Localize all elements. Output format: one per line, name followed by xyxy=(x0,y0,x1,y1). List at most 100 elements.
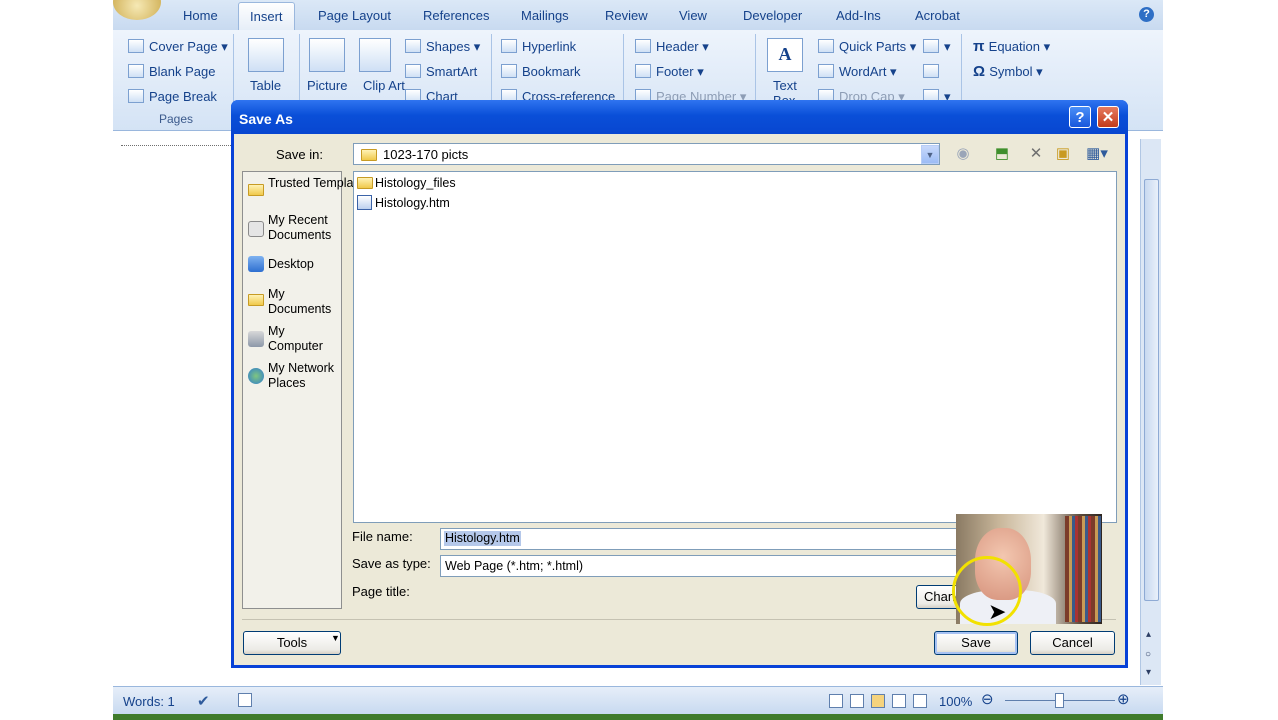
equation-button[interactable]: π Equation ▾ xyxy=(973,38,1050,55)
symbol-button[interactable]: Ω Symbol ▾ xyxy=(973,63,1043,80)
header-button[interactable]: Header ▾ xyxy=(635,39,709,55)
horizontal-ruler xyxy=(113,139,233,162)
clip-art-icon xyxy=(359,38,391,72)
page-break-button[interactable]: Page Break xyxy=(128,89,217,104)
shapes-button[interactable]: Shapes ▾ xyxy=(405,39,480,55)
new-folder-icon[interactable]: ▣ xyxy=(1053,144,1073,164)
proofing-icon[interactable]: ✔ xyxy=(197,692,210,710)
picture-button[interactable]: Picture xyxy=(307,78,347,93)
outline-icon[interactable] xyxy=(892,694,906,708)
text-box-icon: A xyxy=(767,38,803,72)
footer-button[interactable]: Footer ▾ xyxy=(635,64,704,80)
tab-add-ins[interactable]: Add-Ins xyxy=(836,8,881,23)
blank-page-button[interactable]: Blank Page xyxy=(128,64,216,79)
wordart-button[interactable]: WordArt ▾ xyxy=(818,64,897,80)
views-menu-icon[interactable]: ▦▾ xyxy=(1082,144,1112,164)
my-documents-icon xyxy=(248,294,264,306)
back-icon[interactable]: ◉ xyxy=(953,144,973,164)
file-name-label: File name: xyxy=(352,529,413,544)
save-as-type-value: Web Page (*.htm; *.html) xyxy=(445,559,584,573)
file-item-histology-htm[interactable]: Histology.htm xyxy=(375,196,450,210)
signature-icon xyxy=(923,39,939,53)
desktop-right xyxy=(1163,0,1278,720)
recent-documents-icon xyxy=(248,221,264,237)
tab-developer[interactable]: Developer xyxy=(743,8,802,23)
quick-parts-icon xyxy=(818,39,834,53)
scroll-down-arrow-icon[interactable]: ▾ xyxy=(1146,667,1151,678)
place-my-recent-documents[interactable]: My Recent Documents xyxy=(268,213,336,243)
bookmark-icon xyxy=(501,64,517,78)
place-desktop[interactable]: Desktop xyxy=(268,257,314,272)
scroll-thumb[interactable] xyxy=(1144,179,1159,601)
print-layout-icon[interactable] xyxy=(829,694,843,708)
zoom-level[interactable]: 100% xyxy=(939,694,972,709)
tab-insert[interactable]: Insert xyxy=(238,2,295,30)
zoom-out-icon[interactable]: ⊖ xyxy=(981,690,994,708)
cursor-highlight-ring xyxy=(952,556,1022,626)
dialog-close-button[interactable]: ✕ xyxy=(1097,106,1119,128)
footer-icon xyxy=(635,64,651,78)
page-title-label: Page title: xyxy=(352,584,410,599)
tools-button[interactable]: Tools xyxy=(243,631,341,655)
bookmark-button[interactable]: Bookmark xyxy=(501,64,581,79)
wordart-icon xyxy=(818,64,834,78)
table-icon xyxy=(248,38,284,72)
clip-art-button[interactable]: Clip Art xyxy=(363,78,405,93)
dialog-help-button[interactable]: ? xyxy=(1069,106,1091,128)
full-screen-reading-icon[interactable] xyxy=(850,694,864,708)
mouse-pointer-icon: ➤ xyxy=(988,599,1007,624)
document-page[interactable] xyxy=(113,161,233,685)
status-bar: Words: 1 ✔ 100% ⊖ ⊕ xyxy=(113,686,1163,715)
web-layout-icon[interactable] xyxy=(871,694,885,708)
folder-icon xyxy=(361,149,377,161)
place-my-network-places[interactable]: My Network Places xyxy=(268,361,340,391)
zoom-slider-thumb[interactable] xyxy=(1055,693,1064,708)
tab-home[interactable]: Home xyxy=(183,8,218,23)
dialog-title-bar[interactable] xyxy=(231,100,1128,134)
tab-view[interactable]: View xyxy=(679,8,707,23)
pages-group-label: Pages xyxy=(159,112,194,126)
browse-object-icon[interactable]: ○ xyxy=(1145,649,1151,660)
save-as-type-label: Save as type: xyxy=(352,556,431,571)
draft-icon[interactable] xyxy=(913,694,927,708)
picture-icon xyxy=(309,38,345,72)
save-in-label: Save in: xyxy=(276,147,323,162)
help-icon[interactable]: ? xyxy=(1139,7,1154,22)
place-my-documents[interactable]: My Documents xyxy=(268,287,331,317)
cancel-button[interactable]: Cancel xyxy=(1030,631,1115,655)
desktop-background xyxy=(113,714,1163,720)
hyperlink-button[interactable]: Hyperlink xyxy=(501,39,576,54)
tab-review[interactable]: Review xyxy=(605,8,648,23)
table-button[interactable]: Table xyxy=(250,78,281,93)
shapes-icon xyxy=(405,39,421,53)
macro-icon[interactable] xyxy=(238,693,252,707)
ribbon-tab-bar: Home Insert Page Layout References Maili… xyxy=(113,0,1163,31)
chevron-down-icon: ▼ xyxy=(331,633,340,643)
delete-icon[interactable]: ✕ xyxy=(1026,144,1046,164)
tab-references[interactable]: References xyxy=(423,8,489,23)
save-in-value: 1023-170 picts xyxy=(383,147,469,162)
quick-parts-button[interactable]: Quick Parts ▾ xyxy=(818,39,916,55)
tab-acrobat[interactable]: Acrobat xyxy=(915,8,960,23)
zoom-in-icon[interactable]: ⊕ xyxy=(1117,690,1130,708)
scroll-up-arrow-icon[interactable]: ▴ xyxy=(1146,629,1151,640)
date-time-button[interactable] xyxy=(923,64,944,79)
place-my-computer[interactable]: My Computer xyxy=(268,324,328,354)
page-break-icon xyxy=(128,89,144,103)
file-item-histology-files[interactable]: Histology_files xyxy=(375,176,456,190)
tab-page-layout[interactable]: Page Layout xyxy=(318,8,391,23)
smartart-button[interactable]: SmartArt xyxy=(405,64,477,79)
vertical-scrollbar[interactable]: ▴ ○ ▾ xyxy=(1140,139,1161,685)
network-icon xyxy=(248,368,264,384)
cover-page-button[interactable]: Cover Page ▾ xyxy=(128,39,228,55)
signature-line-button[interactable]: ▾ xyxy=(923,39,951,55)
file-list[interactable] xyxy=(353,171,1117,523)
word-count[interactable]: Words: 1 xyxy=(123,694,175,709)
save-button[interactable]: Save xyxy=(934,631,1018,655)
tab-mailings[interactable]: Mailings xyxy=(521,8,569,23)
hyperlink-icon xyxy=(501,39,517,53)
blank-page-icon xyxy=(128,64,144,78)
up-one-level-icon[interactable]: ⬒ xyxy=(992,144,1012,164)
chevron-down-icon[interactable]: ▼ xyxy=(921,145,939,164)
desktop-left xyxy=(0,0,113,720)
